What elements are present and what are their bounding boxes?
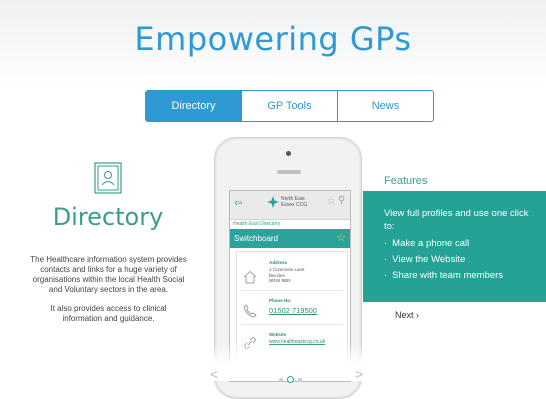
next-link[interactable]: Next › — [395, 310, 419, 320]
switchboard-bar: Switchboard ☆ — [230, 229, 350, 248]
switchboard-title: Switchboard — [234, 234, 279, 243]
divider — [241, 290, 343, 291]
phone-camera — [286, 151, 291, 156]
page-title: Empowering GPs — [134, 20, 412, 58]
tab-bar: Directory GP Tools News — [145, 90, 434, 122]
phone-label: Phone No. — [269, 298, 292, 303]
address-label: Address — [269, 260, 288, 265]
phone-icon — [243, 304, 257, 318]
search-icon[interactable]: ⚲ — [338, 195, 345, 206]
carousel-dot-active[interactable] — [287, 376, 294, 383]
back-arrow-icon[interactable]: ⇦ — [234, 198, 242, 209]
tab-directory[interactable]: Directory — [146, 91, 241, 121]
feature-item: Share with team members — [384, 268, 503, 284]
features-panel: View full profiles and use one click to:… — [363, 191, 546, 302]
carousel-prev-arrow[interactable]: < — [210, 366, 218, 382]
section-title: Directory — [52, 203, 164, 231]
star-icon[interactable]: ☆ — [327, 196, 336, 207]
tab-gp-tools[interactable]: GP Tools — [241, 91, 337, 121]
favourite-star-icon[interactable]: ☆ — [336, 229, 346, 248]
ccg-logo-icon — [267, 196, 279, 208]
features-list: Make a phone call View the Website Share… — [384, 236, 503, 284]
website-label: Website — [269, 332, 287, 337]
description-paragraph: It also provides access to clinical info… — [50, 304, 167, 323]
feature-item: View the Website — [384, 252, 503, 268]
description-paragraph: The Healthcare information system provid… — [30, 255, 187, 294]
features-title: Features — [384, 175, 428, 187]
carousel-next-arrow[interactable]: > — [355, 366, 363, 382]
feature-item: Make a phone call — [384, 236, 503, 252]
carousel-dots — [279, 376, 302, 383]
phone-speaker — [277, 170, 301, 174]
tab-news[interactable]: News — [337, 91, 433, 121]
home-icon — [243, 270, 257, 284]
divider — [241, 324, 343, 325]
phone-number-link[interactable]: 01502 719500 — [269, 306, 317, 315]
features-intro: View full profiles and use one click to: — [384, 208, 529, 232]
directory-book-icon — [94, 162, 122, 194]
section-description: The Healthcare information system provid… — [30, 255, 187, 333]
breadcrumb: Health East Directory — [233, 221, 281, 227]
bottom-fade — [0, 342, 546, 381]
ccg-name-line: Essex CCG — [281, 202, 308, 208]
ccg-name: North East Essex CCG — [281, 196, 307, 208]
app-header: ⇦ North East Essex CCG ☆ ⚲ — [230, 191, 350, 220]
address-line: NR34 9BN — [269, 278, 291, 283]
